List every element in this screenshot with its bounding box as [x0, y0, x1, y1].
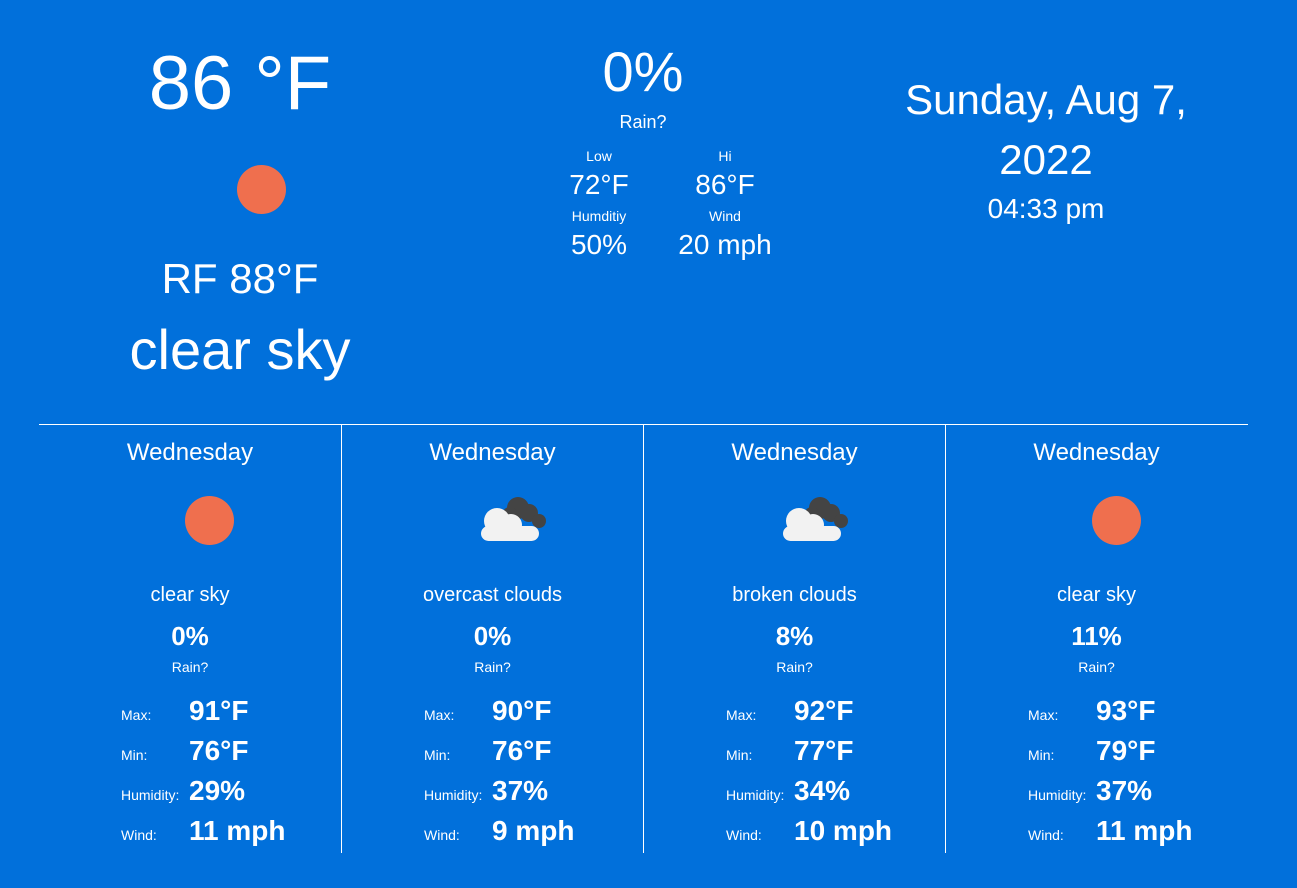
forecast-description: overcast clouds: [423, 584, 562, 606]
forecast-day-3: Wednesday broken clouds 8% Rain? Max: 92°…: [643, 425, 945, 853]
max-label: Max:: [424, 707, 455, 723]
wind-label: Wind:: [424, 827, 460, 843]
min-value: 76°F: [492, 735, 552, 766]
wind-label: Wind:: [1028, 827, 1064, 843]
cloud-icon: [481, 497, 546, 541]
wind-label: Wind:: [726, 827, 762, 843]
forecast-day-name: Wednesday: [1033, 439, 1160, 466]
forecast-description: broken clouds: [732, 584, 857, 606]
wind-value: 11 mph: [1096, 815, 1193, 846]
wind-label: Wind:: [121, 827, 157, 843]
humidity-label: Humidity:: [121, 787, 180, 803]
min-label: Min:: [1028, 747, 1055, 763]
humidity-value: 37%: [492, 775, 549, 806]
max-value: 91°F: [189, 695, 249, 726]
humidity-label: Humditiy: [571, 208, 627, 224]
max-label: Max:: [121, 707, 152, 723]
humidity-value: 37%: [1096, 775, 1153, 806]
wind-value: 11 mph: [189, 815, 286, 846]
forecast-day-name: Wednesday: [731, 439, 858, 466]
wind-label: Wind: [709, 208, 741, 224]
sun-icon: [237, 165, 286, 214]
forecast-day-4: Wednesday clear sky 11% Rain? Max: 93°F M…: [945, 425, 1247, 853]
forecast-rain-chance: 0%: [171, 621, 209, 651]
max-label: Max:: [726, 707, 757, 723]
forecast-rain-chance: 11%: [1071, 621, 1122, 651]
low-value: 72°F: [569, 169, 629, 200]
forecast-panel: Wednesday clear sky 0% Rain? Max: 91°F Mi…: [39, 424, 1248, 853]
min-value: 79°F: [1096, 735, 1156, 766]
forecast-day-2: Wednesday overcast clouds 0% Rain? Max: 9…: [341, 425, 643, 853]
current-temperature: 86 °F: [148, 41, 332, 126]
max-value: 93°F: [1096, 695, 1156, 726]
forecast-rain-chance: 0%: [473, 621, 512, 651]
hi-value: 86°F: [695, 169, 755, 200]
wind-value: 20 mph: [678, 229, 772, 260]
max-label: Max:: [1028, 707, 1059, 723]
forecast-description: clear sky: [1057, 584, 1136, 606]
forecast-rain-label: Rain?: [1078, 659, 1115, 675]
max-value: 90°F: [492, 695, 552, 726]
current-description: clear sky: [129, 318, 351, 381]
min-label: Min:: [424, 747, 451, 763]
humidity-label: Humidity:: [424, 787, 483, 803]
forecast-day-name: Wednesday: [429, 439, 556, 466]
low-label: Low: [586, 148, 612, 164]
humidity-value: 34%: [794, 775, 851, 806]
min-value: 76°F: [189, 735, 249, 766]
forecast-rain-label: Rain?: [776, 659, 813, 675]
forecast-rain-label: Rain?: [474, 659, 511, 675]
current-time: 04:33 pm: [987, 193, 1105, 224]
forecast-rain-chance: 8%: [775, 621, 814, 651]
min-label: Min:: [726, 747, 753, 763]
rain-label: Rain?: [619, 112, 667, 132]
forecast-rain-label: Rain?: [171, 659, 209, 675]
humidity-value: 29%: [189, 775, 246, 806]
forecast-icon-slot: [342, 493, 643, 549]
forecast-icon-slot: [946, 493, 1247, 549]
wind-value: 10 mph: [794, 815, 893, 846]
humidity-label: Humidity:: [726, 787, 785, 803]
cloud-icon: [783, 497, 848, 541]
sun-icon: [1092, 496, 1141, 545]
humidity-value: 50%: [570, 229, 628, 260]
hi-label: Hi: [718, 148, 732, 164]
sun-icon: [185, 496, 234, 545]
forecast-day-name: Wednesday: [126, 439, 254, 466]
forecast-description: clear sky: [150, 584, 230, 606]
forecast-day-1: Wednesday clear sky 0% Rain? Max: 91°F Mi…: [39, 425, 341, 853]
min-label: Min:: [121, 747, 148, 763]
max-value: 92°F: [794, 695, 854, 726]
current-date: Sunday, Aug 7, 2022: [905, 76, 1187, 183]
min-value: 77°F: [794, 735, 854, 766]
humidity-label: Humidity:: [1028, 787, 1087, 803]
forecast-icon-slot: [39, 493, 341, 549]
forecast-icon-slot: [644, 493, 945, 549]
rain-chance: 0%: [602, 40, 684, 103]
wind-value: 9 mph: [492, 815, 575, 846]
real-feel-temperature: RF 88°F: [161, 255, 319, 302]
